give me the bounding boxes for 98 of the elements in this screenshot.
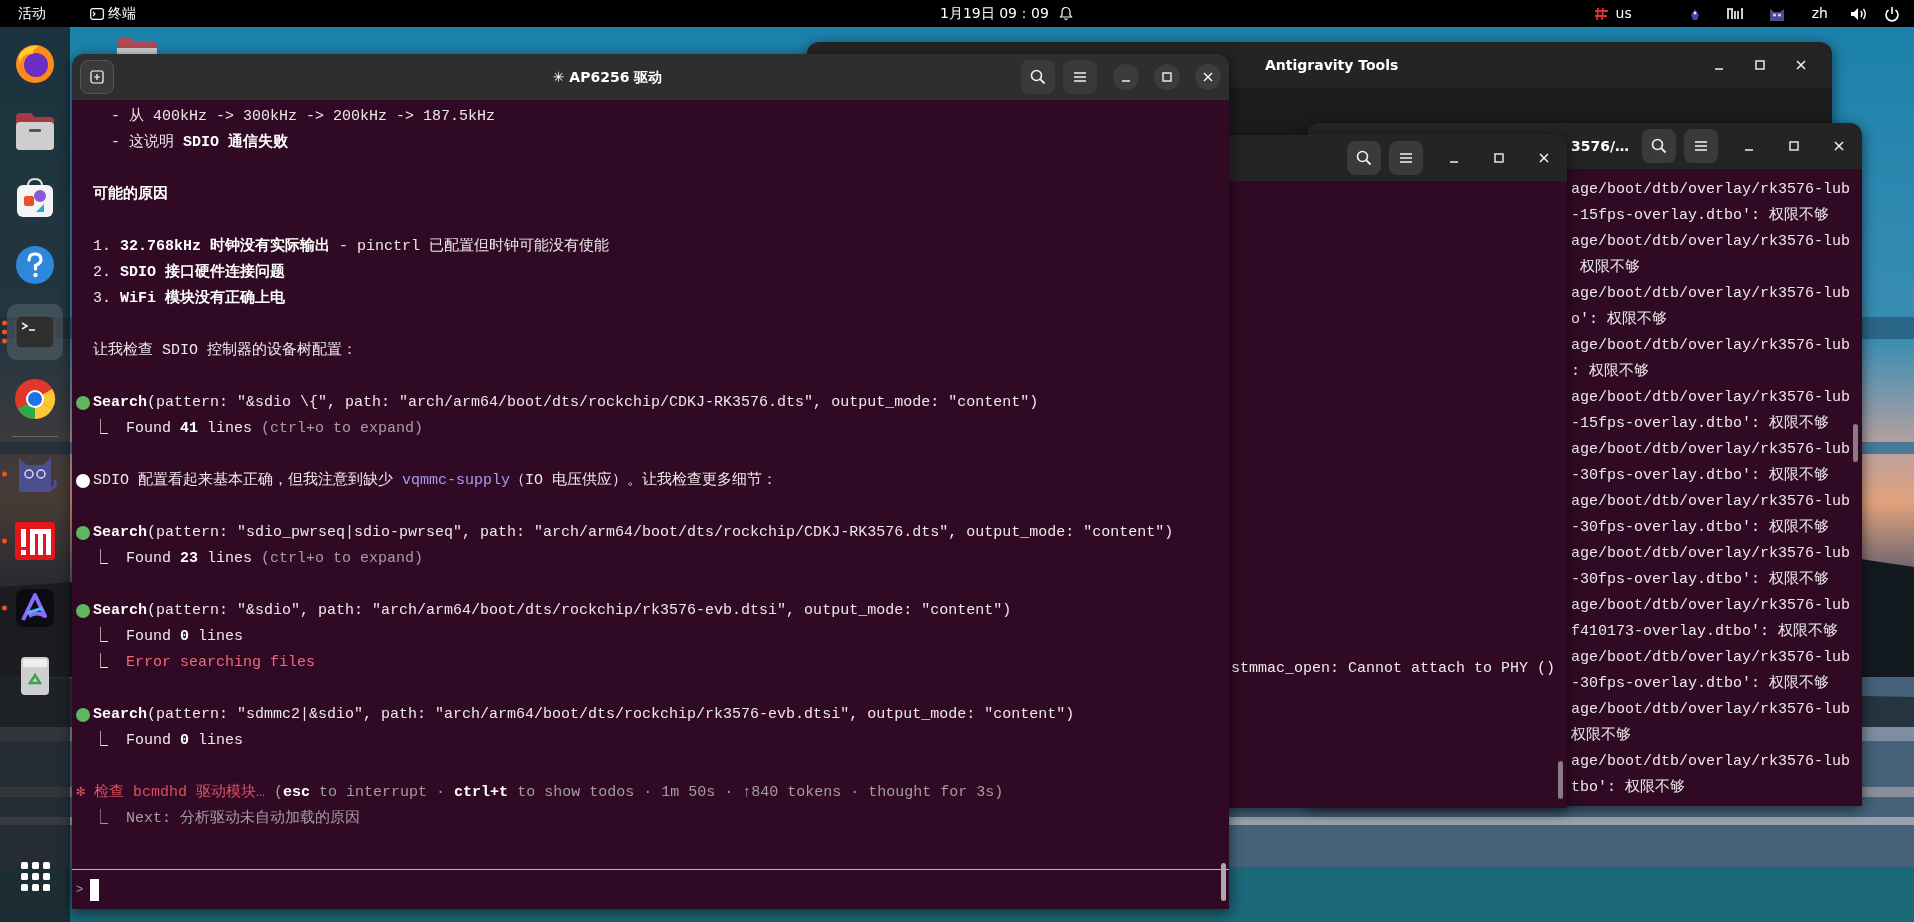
menu-button[interactable]	[1063, 60, 1097, 94]
chrome-icon[interactable]	[13, 377, 57, 421]
scrollbar[interactable]	[1558, 761, 1563, 799]
minimize-icon	[1449, 161, 1459, 163]
menu-icon	[1694, 140, 1708, 152]
terminal-line: SDIO 配置看起来基本正确，但我注意到缺少 vqmmc-supply（IO 电压供应）。让我检查更多细节：	[93, 470, 778, 491]
triangle-app-icon[interactable]	[13, 586, 57, 630]
terminal-line: age/boot/dtb/overlay/rk3576-lub	[1571, 232, 1851, 252]
terminal-line: 让我检查 SDIO 控制器的设备树配置：	[93, 340, 357, 361]
new-tab-button[interactable]	[80, 60, 114, 94]
close-icon	[1796, 60, 1806, 70]
terminal-line: age/boot/dtb/overlay/rk3576-lub	[1571, 180, 1851, 200]
maximize-button[interactable]	[1154, 64, 1180, 90]
window-title: 3576/…	[1571, 136, 1630, 156]
terminal-line: 权限不够	[1571, 726, 1631, 746]
menu-button[interactable]	[1389, 141, 1423, 175]
search-icon	[1356, 150, 1372, 166]
terminal-line: stmmac_open: Cannot attach to PHY ()	[1231, 659, 1556, 679]
terminal-line: age/boot/dtb/overlay/rk3576-lub	[1571, 492, 1851, 512]
search-icon	[1651, 138, 1667, 154]
close-icon	[1834, 141, 1844, 151]
new-tab-icon	[90, 70, 104, 84]
scrollbar[interactable]	[1853, 424, 1858, 462]
terminal-line: -30fps-overlay.dtbo': 权限不够	[1571, 518, 1830, 538]
terminal-line: ⎿ Found 0 lines	[93, 626, 244, 647]
terminal-line: 可能的原因	[93, 184, 168, 205]
close-icon	[1203, 72, 1213, 82]
terminal-line: age/boot/dtb/overlay/rk3576-lub	[1571, 700, 1851, 720]
terminal-line: f410173-overlay.dtbo': 权限不够	[1571, 622, 1839, 642]
tray-label[interactable]: us	[1615, 3, 1632, 24]
terminal-line: age/boot/dtb/overlay/rk3576-lub	[1571, 336, 1851, 356]
terminal-line: 2. SDIO 接口硬件连接问题	[93, 262, 286, 283]
minimize-icon	[1714, 68, 1724, 70]
apps-grid-icon[interactable]	[20, 861, 50, 891]
activities-button[interactable]: 活动	[18, 0, 46, 28]
terminal-line: age/boot/dtb/overlay/rk3576-lub	[1571, 284, 1851, 304]
terminal-line: -15fps-overlay.dtbo': 权限不够	[1571, 414, 1830, 434]
terminal-line: age/boot/dtb/overlay/rk3576-lub	[1571, 648, 1851, 668]
terminal-line: ⎿ Found 41 lines (ctrl+o to expand)	[93, 418, 424, 439]
terminal-line: Search(pattern: "&sdio", path: "arch/arm64/boot/dts/rockchip/rk3576-evb.dtsi", output_mode: "content")	[93, 601, 1012, 621]
menu-button[interactable]	[1684, 129, 1718, 163]
prompt: >	[76, 881, 84, 899]
search-button[interactable]	[1347, 141, 1381, 175]
terminal-line: Search(pattern: "sdmmc2|&sdio", path: "arch/arm64/boot/dts/rockchip/rk3576-evb.dtsi", output_mode: "content")	[93, 705, 1075, 725]
bell-icon	[1058, 6, 1073, 21]
terminal-line: -30fps-overlay.dtbo': 权限不够	[1571, 466, 1830, 486]
terminal-line: ✻ 检查 bcmdhd 驱动模块… (esc to interrupt · ctrl+t to show todos · 1m 50s · ↑840 tokens · thought for 3s)	[76, 782, 1004, 803]
minimize-icon	[1744, 149, 1754, 151]
app-menu[interactable]: 终端	[90, 0, 136, 28]
help-icon[interactable]	[13, 243, 57, 287]
volume-icon	[1850, 6, 1868, 21]
menu-icon	[1073, 71, 1087, 83]
maximize-icon	[1162, 72, 1172, 82]
input-method-icon	[1593, 5, 1610, 22]
terminal-icon	[90, 7, 104, 20]
minimize-button[interactable]	[1113, 64, 1139, 90]
search-button[interactable]	[1021, 60, 1055, 94]
terminal-line: o': 权限不够	[1571, 310, 1667, 330]
tray-label[interactable]: zh	[1811, 3, 1828, 24]
terminal-line: -30fps-overlay.dtbo': 权限不够	[1571, 674, 1830, 694]
terminal-line: 1. 32.768kHz 时钟没有实际输出 - pinctrl 已配置但时钟可能没有使能	[93, 236, 610, 257]
window-title: ✳ AP6256 驱动	[551, 67, 664, 87]
close-icon	[1539, 153, 1549, 163]
terminal-line: 3. WiFi 模块没有正确上电	[93, 288, 286, 309]
menu-icon	[1399, 152, 1413, 164]
terminal-line: Search(pattern: "sdio_pwrseq|sdio-pwrseq", path: "arch/arm64/boot/dts/rockchip/CDKJ-RK3576.dts", output_mode: "content")	[93, 523, 1174, 543]
terminal-line: - 这说明 SDIO 通信失败	[111, 132, 289, 153]
maximize-icon	[1755, 60, 1765, 70]
window-title: Antigravity Tools	[1265, 55, 1399, 75]
scrollbar[interactable]	[1221, 863, 1226, 901]
terminal-line: age/boot/dtb/overlay/rk3576-lub	[1571, 596, 1851, 616]
terminal-line: -30fps-overlay.dtbo': 权限不够	[1571, 570, 1830, 590]
power-icon	[1884, 5, 1900, 22]
terminal-line: : 权限不够	[1571, 362, 1649, 382]
minimize-icon	[1121, 80, 1131, 82]
search-icon	[1030, 69, 1046, 85]
terminal-line: ⎿ Next: 分析驱动未自动加载的原因	[93, 808, 360, 829]
terminal-line: -15fps-overlay.dtbo': 权限不够	[1571, 206, 1830, 226]
search-button[interactable]	[1642, 129, 1676, 163]
terminal-line: - 从 400kHz -> 300kHz -> 200kHz -> 187.5kHz	[111, 106, 496, 127]
terminal-line: age/boot/dtb/overlay/rk3576-lub	[1571, 752, 1851, 772]
firefox-icon[interactable]	[13, 42, 57, 86]
terminal-line: age/boot/dtb/overlay/rk3576-lub	[1571, 440, 1851, 460]
terminal-line: tbo': 权限不够	[1571, 778, 1685, 798]
terminal-line: ⎿ Found 0 lines	[93, 730, 244, 751]
terminal-line: 权限不够	[1579, 258, 1640, 278]
app-logo-icon[interactable]	[13, 519, 57, 563]
terminal-line: ⎿ Found 23 lines (ctrl+o to expand)	[93, 548, 424, 569]
terminal-line: ⎿ Error searching files	[93, 652, 316, 673]
maximize-icon	[1789, 141, 1799, 151]
terminal-line: age/boot/dtb/overlay/rk3576-lub	[1571, 544, 1851, 564]
text-cursor[interactable]	[90, 878, 100, 901]
close-button[interactable]	[1195, 64, 1221, 90]
clock[interactable]: 1月19日 09：09	[940, 0, 1049, 28]
terminal-line: age/boot/dtb/overlay/rk3576-lub	[1571, 388, 1851, 408]
terminal-line: Search(pattern: "&sdio \{", path: "arch/arm64/boot/dts/rockchip/CDKJ-RK3576.dts", output_mode: "content")	[93, 393, 1039, 413]
maximize-icon	[1494, 153, 1504, 163]
bars-icon	[1725, 6, 1744, 21]
